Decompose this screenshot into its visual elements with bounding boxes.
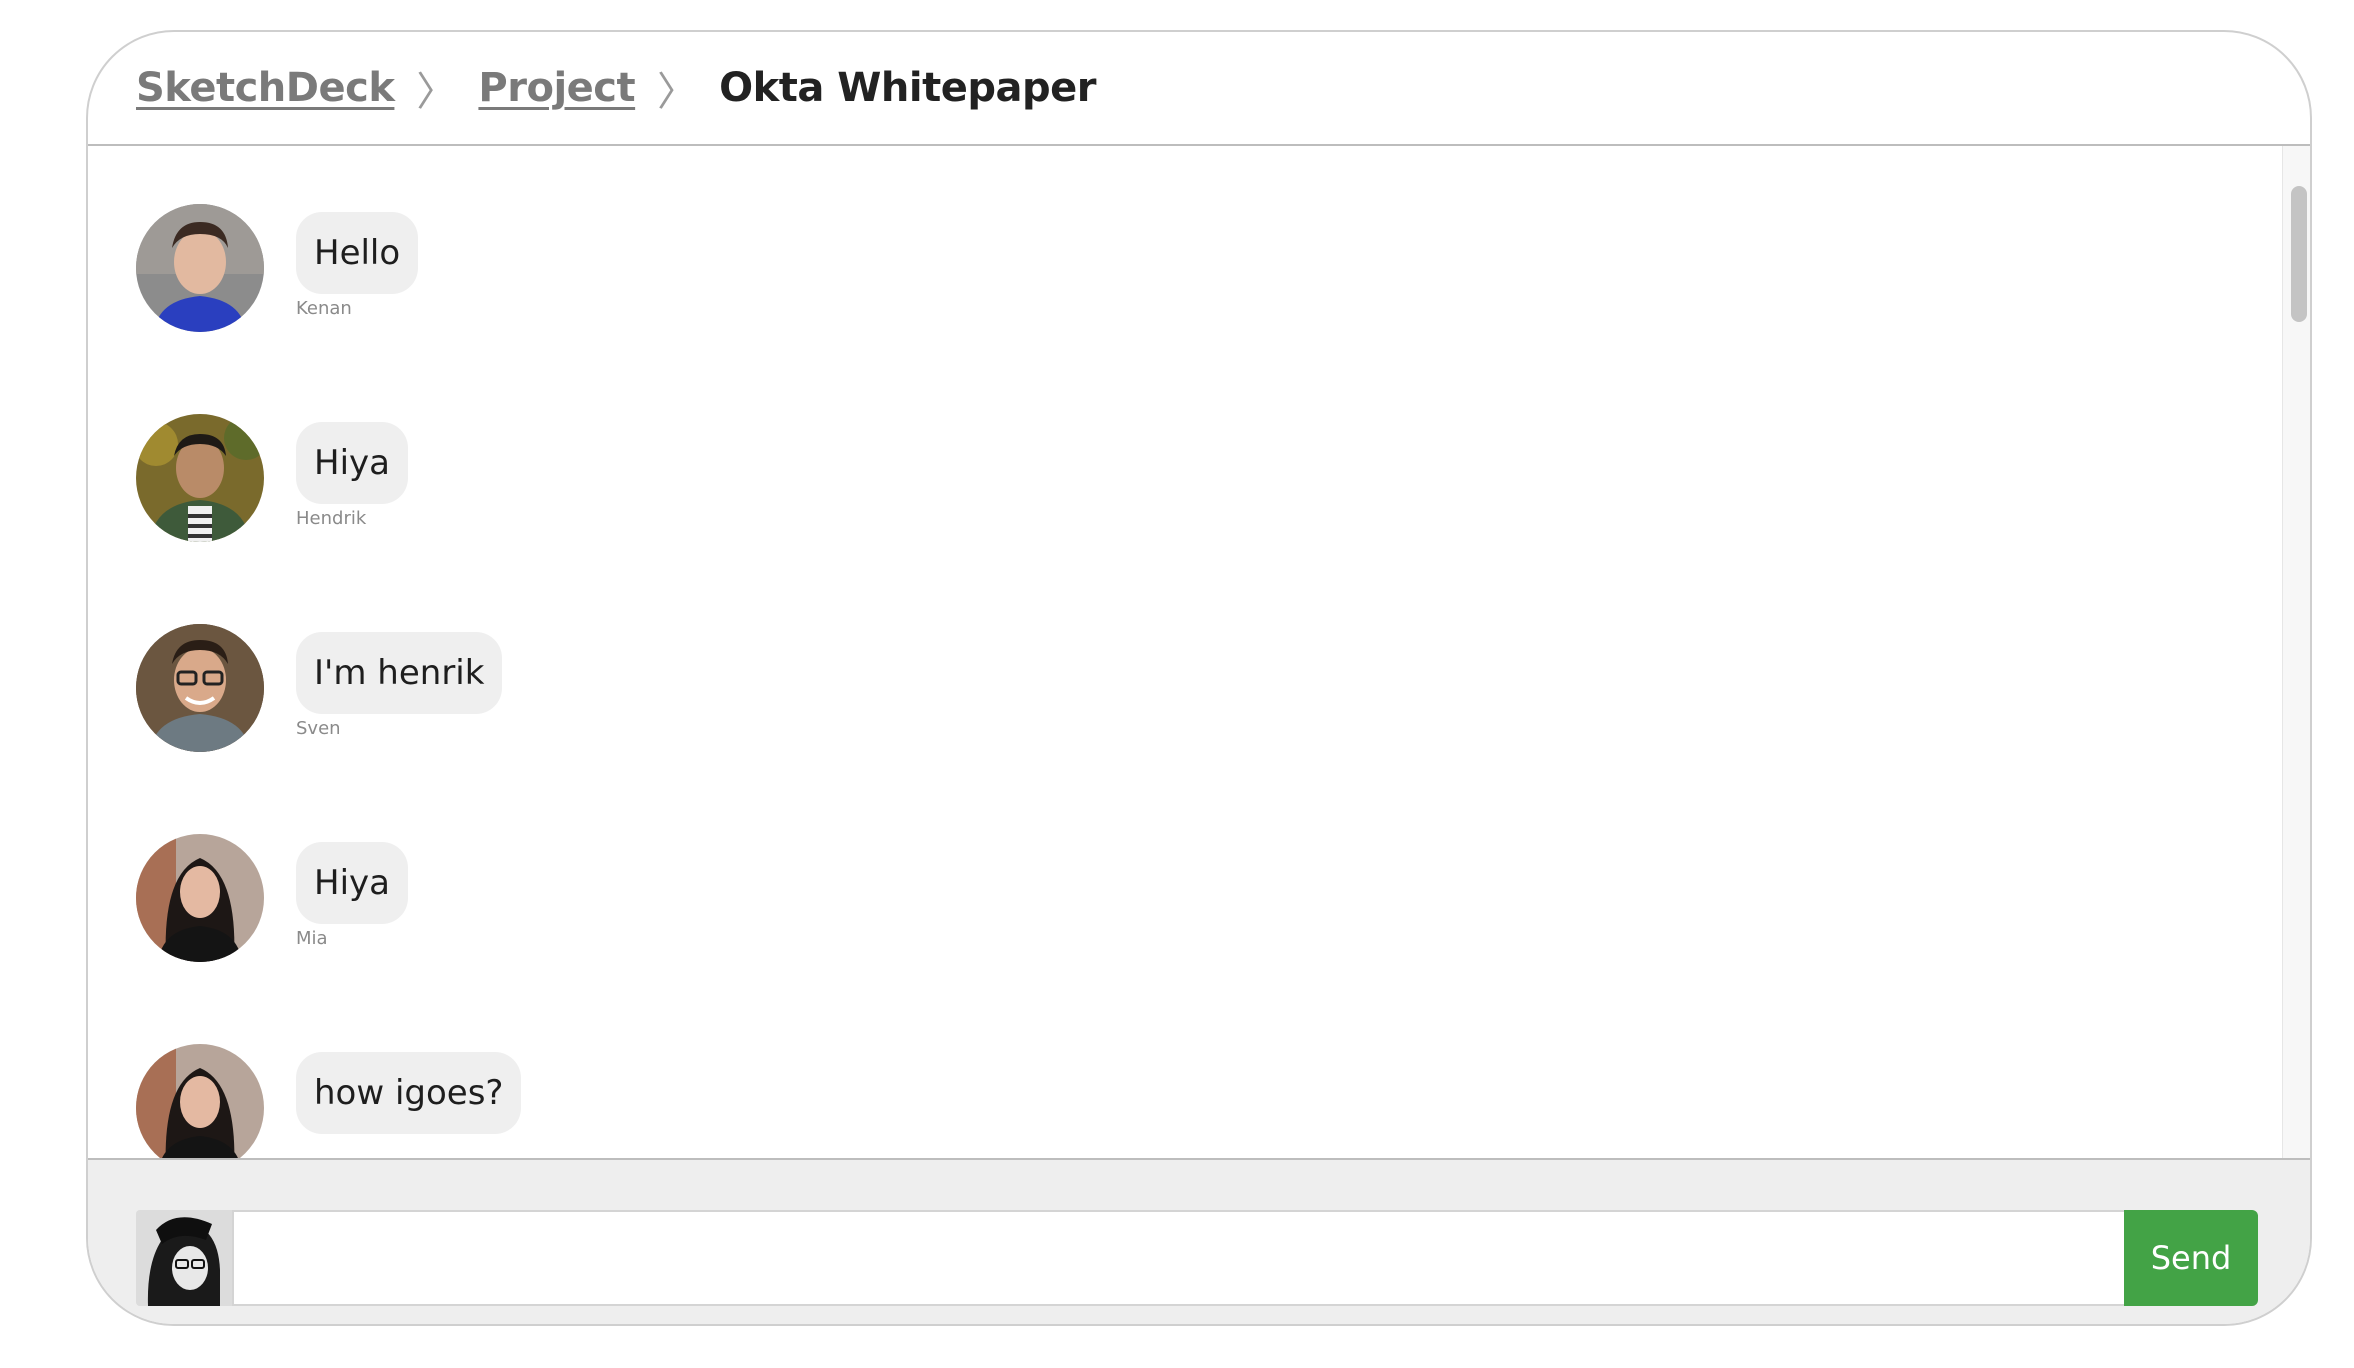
- message-bubble: Hiya: [296, 422, 408, 504]
- avatar: [136, 1044, 264, 1162]
- avatar: [136, 414, 264, 542]
- person-avatar-icon: [136, 834, 264, 962]
- person-avatar-icon: [136, 624, 264, 752]
- message-composer: Send: [88, 1158, 2310, 1324]
- breadcrumb-link-project[interactable]: Project: [478, 65, 635, 111]
- message-bubble: I'm henrik: [296, 632, 503, 714]
- message-list[interactable]: Hello Kenan Hiya Hendrik I'm henrik Sven…: [88, 146, 2310, 1162]
- person-avatar-icon: [136, 1210, 232, 1306]
- message-bubble: how igoes?: [296, 1052, 522, 1134]
- person-avatar-icon: [136, 204, 264, 332]
- scrollbar[interactable]: [2282, 146, 2310, 1162]
- scrollbar-thumb[interactable]: [2291, 186, 2307, 322]
- chat-window: SketchDeck 〉 Project 〉 Okta Whitepaper H…: [86, 30, 2312, 1326]
- breadcrumb-link-sketchdeck[interactable]: SketchDeck: [136, 65, 395, 111]
- message-bubble: Hello: [296, 212, 419, 294]
- message-author: Hendrik: [296, 508, 367, 529]
- avatar: [136, 1210, 232, 1306]
- message-bubble: Hiya: [296, 842, 408, 924]
- avatar: [136, 624, 264, 752]
- breadcrumb-separator-icon: 〉: [416, 69, 457, 115]
- person-avatar-icon: [136, 1044, 264, 1162]
- avatar: [136, 834, 264, 962]
- person-avatar-icon: [136, 414, 264, 542]
- message-author: Mia: [296, 928, 328, 949]
- avatar: [136, 204, 264, 332]
- message-author: Sven: [296, 718, 341, 739]
- breadcrumb-separator-icon: 〉: [657, 69, 698, 115]
- page-title: Okta Whitepaper: [719, 65, 1096, 111]
- message-input[interactable]: [232, 1210, 2126, 1306]
- breadcrumb: SketchDeck 〉 Project 〉 Okta Whitepaper: [88, 32, 2310, 146]
- send-button[interactable]: Send: [2124, 1210, 2258, 1306]
- message-author: Kenan: [296, 298, 352, 319]
